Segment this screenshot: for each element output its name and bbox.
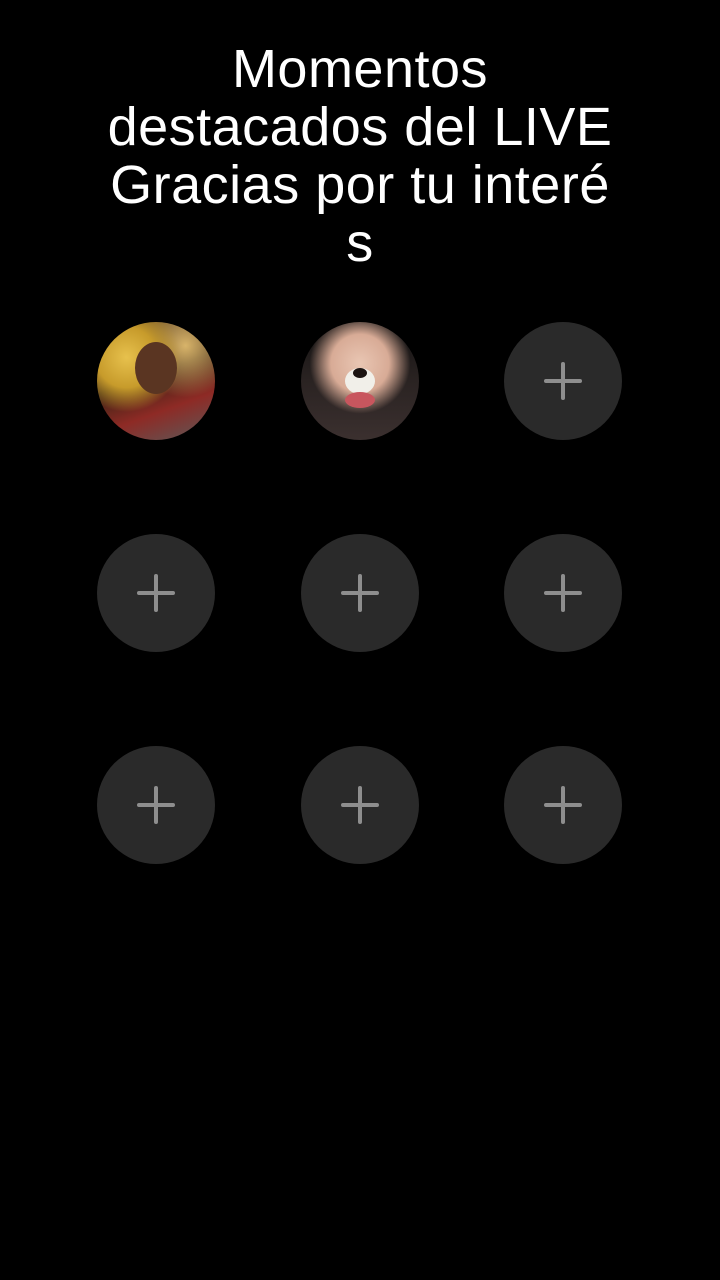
plus-icon — [137, 574, 175, 612]
add-highlight-button[interactable] — [301, 534, 419, 652]
plus-icon — [544, 574, 582, 612]
plus-icon — [341, 786, 379, 824]
highlight-grid — [0, 0, 720, 1280]
add-highlight-button[interactable] — [301, 746, 419, 864]
avatar-photo — [135, 342, 177, 394]
add-highlight-button[interactable] — [504, 322, 622, 440]
plus-icon — [341, 574, 379, 612]
plus-icon — [137, 786, 175, 824]
add-highlight-button[interactable] — [504, 534, 622, 652]
add-highlight-button[interactable] — [97, 746, 215, 864]
highlight-avatar-2[interactable] — [301, 322, 419, 440]
add-highlight-button[interactable] — [504, 746, 622, 864]
avatar-photo-detail — [345, 392, 375, 408]
plus-icon — [544, 786, 582, 824]
highlight-avatar-1[interactable] — [97, 322, 215, 440]
add-highlight-button[interactable] — [97, 534, 215, 652]
plus-icon — [544, 362, 582, 400]
avatar-photo-detail — [353, 368, 367, 378]
